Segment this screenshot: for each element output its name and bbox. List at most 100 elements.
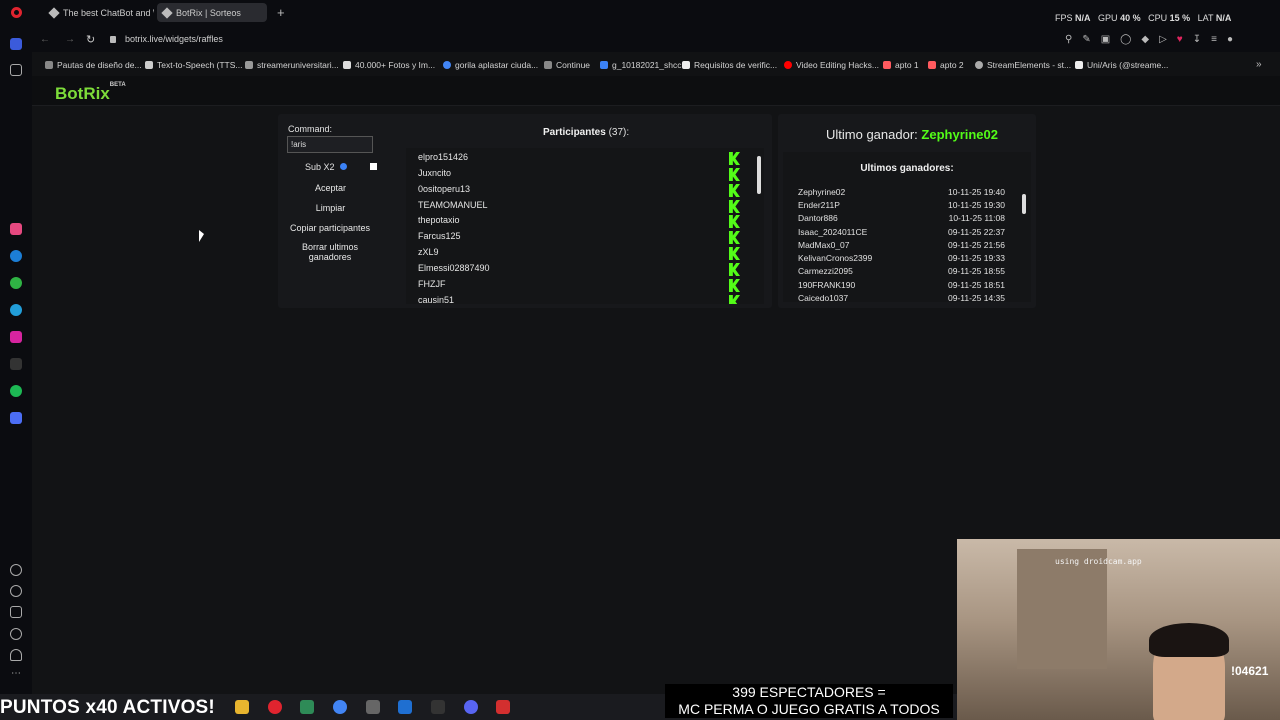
- winner-name: 190FRANK190: [798, 280, 856, 290]
- obs-icon[interactable]: [496, 700, 510, 714]
- shield-icon[interactable]: ◯: [1120, 34, 1141, 45]
- extensions-icon[interactable]: ◆: [1141, 34, 1159, 45]
- player-icon[interactable]: [10, 412, 22, 424]
- accept-button[interactable]: Aceptar: [288, 183, 373, 193]
- kick-icon: [729, 200, 740, 213]
- play-icon[interactable]: ▷: [1159, 34, 1177, 45]
- viewers-line-1: 399 ESPECTADORES =: [732, 684, 886, 700]
- discord-icon[interactable]: [464, 700, 478, 714]
- bookmark-label: apto 2: [940, 60, 964, 70]
- bookmark-label: Video Editing Hacks...: [796, 60, 879, 70]
- messenger-icon[interactable]: [10, 250, 22, 262]
- gpu-label: GPU: [1098, 13, 1118, 23]
- camera-icon[interactable]: ▣: [1101, 34, 1120, 45]
- clear-button[interactable]: Limpiar: [288, 203, 373, 213]
- window-icon[interactable]: [366, 700, 380, 714]
- aria-icon[interactable]: [10, 223, 22, 235]
- more-icon[interactable]: ⋯: [11, 668, 21, 679]
- whatsapp-icon[interactable]: [10, 277, 22, 289]
- lightbulb-icon[interactable]: [10, 649, 22, 661]
- opera-logo-icon[interactable]: [11, 7, 22, 18]
- back-icon[interactable]: ←: [40, 34, 50, 45]
- command-input[interactable]: [287, 136, 373, 153]
- bookmark-item[interactable]: apto 1: [883, 60, 919, 70]
- bookmark-item[interactable]: apto 2: [928, 60, 964, 70]
- winner-date: 09-11-25 18:55: [947, 266, 1005, 276]
- botrix-favicon-icon: [161, 6, 173, 19]
- winner-name: Ender211P: [798, 200, 840, 210]
- bookmark-item[interactable]: g_10182021_shcc: [600, 60, 681, 70]
- x-icon[interactable]: [10, 358, 22, 370]
- bookmark-item[interactable]: Uni/Aris (@streame...: [1075, 60, 1168, 70]
- tab-botrix-sorteos[interactable]: BotRix | Sorteos: [157, 3, 267, 22]
- webcam-hair: [1149, 623, 1229, 657]
- table-row: Carmezzi2095 09-11-25 18:55: [798, 266, 1026, 276]
- list-item: 0ositoperu13: [418, 184, 758, 200]
- menu-icon[interactable]: ≡: [1211, 34, 1227, 45]
- participants-list[interactable]: elpro151426 Juxncito 0ositoperu13 TEAMOM…: [406, 148, 764, 304]
- winner-date: 09-11-25 22:37: [947, 227, 1005, 237]
- heart-icon[interactable]: ♥: [1177, 34, 1193, 45]
- bookmark-item[interactable]: 40.000+ Fotos y Im...: [343, 60, 435, 70]
- search-icon[interactable]: ⚲: [1065, 34, 1082, 45]
- droidcam-watermark: using droidcam.app: [1055, 557, 1142, 566]
- opera-taskbar-icon[interactable]: [268, 700, 282, 714]
- settings-icon[interactable]: [10, 628, 22, 640]
- kick-icon: [729, 295, 740, 304]
- sub-x2-checkbox[interactable]: [370, 163, 377, 170]
- delete-winners-button[interactable]: Borrar ultimos ganadores: [296, 242, 364, 262]
- winners-scrollbar[interactable]: [1022, 194, 1026, 214]
- bookmark-item[interactable]: streameruniversitari...: [245, 60, 339, 70]
- participant-name: Juxncito: [418, 168, 452, 178]
- home-icon[interactable]: [10, 38, 22, 50]
- bookmark-item[interactable]: Continue: [544, 60, 590, 70]
- bookmark-label: g_10182021_shcc: [612, 60, 682, 70]
- chevron-right-icon[interactable]: »: [1256, 59, 1262, 70]
- participant-name: Elmessi02887490: [418, 263, 490, 273]
- url-text[interactable]: botrix.live/widgets/raffles: [125, 34, 223, 44]
- fps-label: FPS: [1055, 13, 1073, 23]
- history-icon[interactable]: [10, 585, 22, 597]
- file-explorer-icon[interactable]: [235, 700, 249, 714]
- winner-name: Carmezzi2095: [798, 266, 853, 276]
- new-tab-button[interactable]: +: [277, 5, 285, 20]
- vscode-icon[interactable]: [398, 700, 412, 714]
- forward-icon[interactable]: →: [65, 34, 75, 45]
- cube-icon[interactable]: [10, 606, 22, 618]
- download-icon[interactable]: ↧: [1193, 34, 1211, 45]
- bookmark-item[interactable]: Pautas de diseño de...: [45, 60, 142, 70]
- bookmark-item[interactable]: Text-to-Speech (TTS...: [145, 60, 243, 70]
- beta-badge: BETA: [109, 82, 126, 89]
- bookmark-item[interactable]: Requisitos de verific...: [682, 60, 777, 70]
- tab-botrix-chatbot[interactable]: The best ChatBot and Wi: [44, 3, 154, 22]
- participant-name: 0ositoperu13: [418, 184, 471, 194]
- spotify-icon[interactable]: [10, 385, 22, 397]
- reload-icon[interactable]: ↻: [86, 33, 95, 46]
- copy-participants-button[interactable]: Copiar participantes: [287, 223, 373, 233]
- bookmark-item[interactable]: StreamElements - st...: [975, 60, 1071, 70]
- botrix-logo[interactable]: BotRixBETA: [55, 82, 126, 104]
- epic-games-icon[interactable]: [431, 700, 445, 714]
- kick-icon: [729, 152, 740, 165]
- command-label: Command:: [288, 124, 333, 134]
- winner-name: MadMax0_07: [798, 240, 850, 250]
- instagram-icon[interactable]: [10, 331, 22, 343]
- participant-name: elpro151426: [418, 152, 469, 162]
- bookmark-item[interactable]: gorila aplastar ciuda...: [443, 60, 538, 70]
- participants-scrollbar[interactable]: [757, 156, 761, 194]
- winner-date: 09-11-25 21:56: [947, 240, 1005, 250]
- participant-name: thepotaxio: [418, 215, 460, 225]
- winner-name: Dantor886: [798, 213, 838, 223]
- profile-icon[interactable]: ●: [1227, 34, 1243, 45]
- gpu-value: 40 %: [1120, 13, 1141, 23]
- star-icon[interactable]: [10, 64, 22, 76]
- telegram-icon[interactable]: [10, 304, 22, 316]
- app-icon[interactable]: [300, 700, 314, 714]
- kick-icon: [729, 247, 740, 260]
- heart-outline-icon[interactable]: [10, 564, 22, 576]
- chrome-icon[interactable]: [333, 700, 347, 714]
- bookmark-label: Pautas de diseño de...: [57, 60, 142, 70]
- bookmark-item[interactable]: Video Editing Hacks...: [784, 60, 879, 70]
- edit-icon[interactable]: ✎: [1082, 34, 1100, 45]
- list-item: FHZJF: [418, 279, 758, 295]
